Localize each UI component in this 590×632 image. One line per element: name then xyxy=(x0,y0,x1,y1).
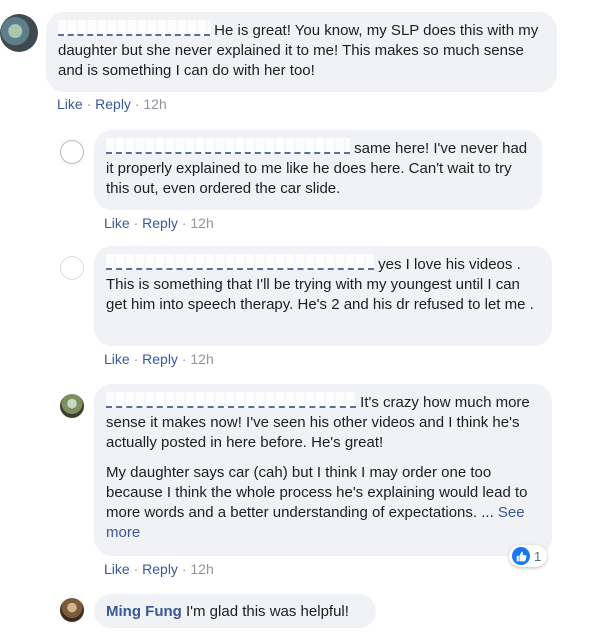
comment-text: I'm glad this was helpful! xyxy=(185,603,349,620)
like-link[interactable]: Like xyxy=(104,561,130,577)
like-link[interactable]: Like xyxy=(57,96,83,112)
comment-actions: Like · Reply · 12h xyxy=(104,561,214,577)
timestamp[interactable]: 12h xyxy=(190,215,213,231)
redacted-author-name xyxy=(106,254,374,270)
timestamp[interactable]: 12h xyxy=(190,561,213,577)
avatar[interactable] xyxy=(60,394,84,418)
separator: · xyxy=(134,96,140,112)
comment-actions: Like · Reply · 12h xyxy=(104,351,214,367)
reaction-count-badge[interactable]: 1 xyxy=(509,545,548,567)
comment-actions: Like · Reply · 12h xyxy=(57,96,167,112)
reply-link[interactable]: Reply xyxy=(142,215,178,231)
comment-text-continued: My daughter says car (cah) but I think I… xyxy=(106,464,528,521)
separator: · xyxy=(133,351,139,367)
separator: · xyxy=(181,215,187,231)
reply-link[interactable]: Reply xyxy=(142,561,178,577)
author-name[interactable]: Ming Fung xyxy=(106,603,182,620)
separator: · xyxy=(181,561,187,577)
reaction-count: 1 xyxy=(534,548,542,564)
ellipsis: ... xyxy=(481,504,494,521)
comment-actions: Like · Reply · 12h xyxy=(104,215,214,231)
thumbs-up-icon xyxy=(512,547,530,565)
reply-link[interactable]: Reply xyxy=(142,351,178,367)
reply-link[interactable]: Reply xyxy=(95,96,131,112)
avatar[interactable] xyxy=(0,14,38,52)
timestamp[interactable]: 12h xyxy=(190,351,213,367)
separator: · xyxy=(86,96,92,112)
redacted-author-name xyxy=(106,392,356,408)
comment-bubble: Ming Fung I'm glad this was helpful! xyxy=(94,594,376,628)
comment-bubble: same here! I've never had it properly ex… xyxy=(94,130,542,210)
separator: · xyxy=(133,561,139,577)
comment-bubble: It's crazy how much more sense it makes … xyxy=(94,384,552,556)
redacted-author-name xyxy=(106,138,350,154)
separator: · xyxy=(133,215,139,231)
redacted-author-name xyxy=(58,20,210,36)
avatar[interactable] xyxy=(60,140,84,164)
timestamp[interactable]: 12h xyxy=(143,96,166,112)
like-link[interactable]: Like xyxy=(104,351,130,367)
comment-bubble: yes I love his videos . This is somethin… xyxy=(94,246,552,346)
like-link[interactable]: Like xyxy=(104,215,130,231)
avatar[interactable] xyxy=(60,598,84,622)
avatar[interactable] xyxy=(60,256,84,280)
separator: · xyxy=(181,351,187,367)
comment-bubble: He is great! You know, my SLP does this … xyxy=(46,12,557,92)
